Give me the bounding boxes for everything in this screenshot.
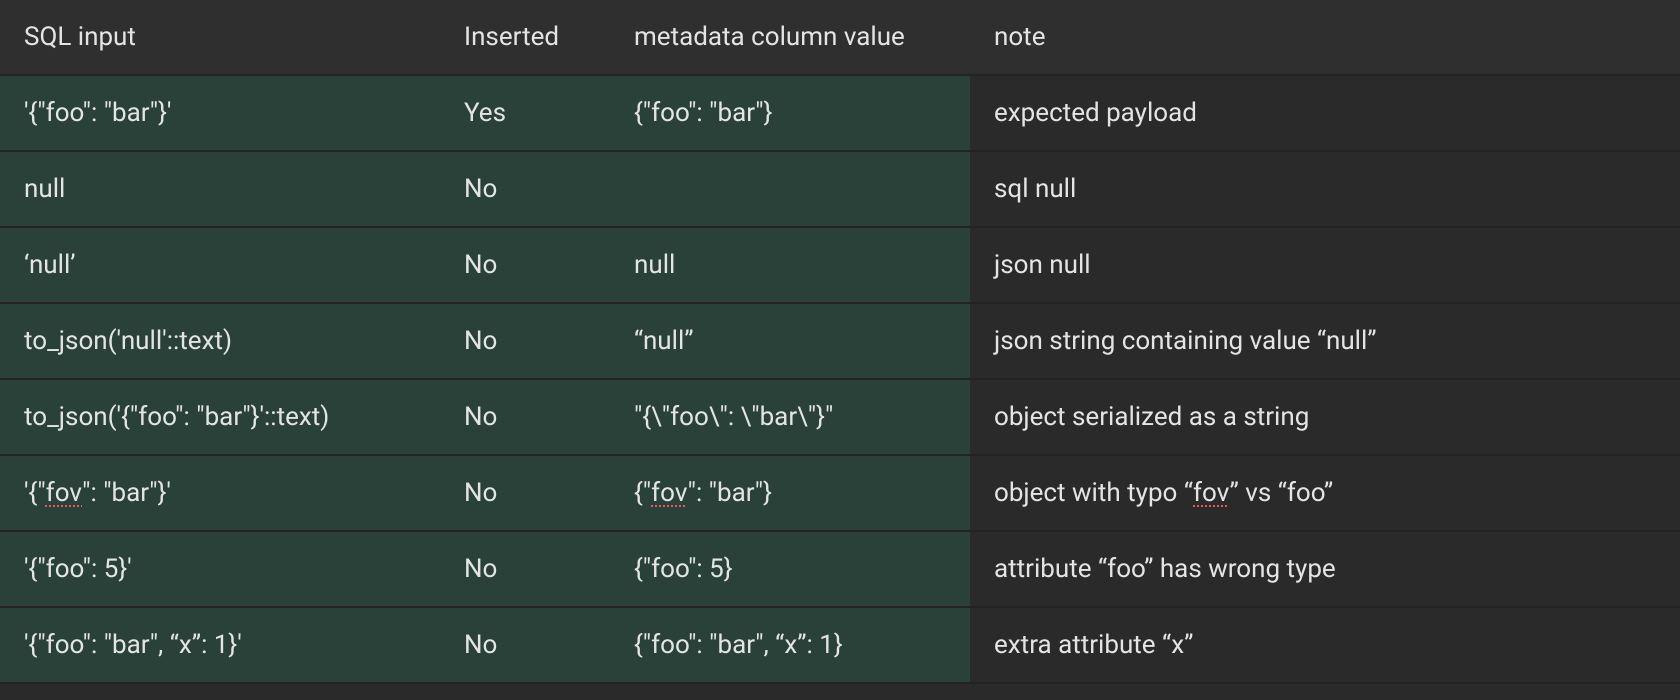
text-fragment: object with typo “ — [994, 478, 1193, 508]
cell-note: object with typo “fov” vs “foo” — [970, 455, 1680, 531]
cell-metadata: {"foo": "bar"} — [610, 75, 970, 151]
cell-metadata: {"foo": "bar", “x”: 1} — [610, 607, 970, 683]
cell-inserted: Yes — [440, 75, 610, 151]
cell-sql-input: to_json('{"foo": "bar"}'::text) — [0, 379, 440, 455]
cell-note: attribute “foo” has wrong type — [970, 531, 1680, 607]
cell-note: json string containing value “null” — [970, 303, 1680, 379]
text-fragment: ": "bar"}' — [82, 478, 171, 508]
table-row: null No sql null — [0, 151, 1680, 227]
text-fragment: '{" — [24, 478, 46, 508]
text-fragment: ": "bar"} — [688, 478, 772, 508]
cell-metadata: null — [610, 227, 970, 303]
header-metadata: metadata column value — [610, 0, 970, 75]
cell-sql-input: ‘null’ — [0, 227, 440, 303]
header-sql-input: SQL input — [0, 0, 440, 75]
cell-note: expected payload — [970, 75, 1680, 151]
header-note: note — [970, 0, 1680, 75]
table-row: to_json('{"foo": "bar"}'::text) No "{\"f… — [0, 379, 1680, 455]
cell-metadata: {"fov": "bar"} — [610, 455, 970, 531]
cell-sql-input: '{"foo": "bar", “x”: 1}' — [0, 607, 440, 683]
header-inserted: Inserted — [440, 0, 610, 75]
table-row: '{"fov": "bar"}' No {"fov": "bar"} objec… — [0, 455, 1680, 531]
typo-word: fov — [651, 478, 687, 508]
cell-metadata — [610, 151, 970, 227]
cell-inserted: No — [440, 607, 610, 683]
sql-examples-table: SQL input Inserted metadata column value… — [0, 0, 1680, 684]
cell-inserted: No — [440, 531, 610, 607]
cell-note: sql null — [970, 151, 1680, 227]
cell-metadata: {"foo": 5} — [610, 531, 970, 607]
text-fragment: ” vs “foo” — [1229, 478, 1333, 508]
cell-metadata: "{\"foo\": \"bar\"}" — [610, 379, 970, 455]
cell-sql-input: '{"foo": 5}' — [0, 531, 440, 607]
cell-note: object serialized as a string — [970, 379, 1680, 455]
table-row: to_json('null'::text) No “null” json str… — [0, 303, 1680, 379]
cell-sql-input: '{"fov": "bar"}' — [0, 455, 440, 531]
cell-sql-input: to_json('null'::text) — [0, 303, 440, 379]
table-row: ‘null’ No null json null — [0, 227, 1680, 303]
table-row: '{"foo": "bar"}' Yes {"foo": "bar"} expe… — [0, 75, 1680, 151]
typo-word: fov — [1193, 478, 1229, 508]
cell-inserted: No — [440, 379, 610, 455]
cell-note: json null — [970, 227, 1680, 303]
table-row: '{"foo": 5}' No {"foo": 5} attribute “fo… — [0, 531, 1680, 607]
cell-inserted: No — [440, 455, 610, 531]
cell-metadata: “null” — [610, 303, 970, 379]
cell-inserted: No — [440, 151, 610, 227]
cell-inserted: No — [440, 227, 610, 303]
cell-note: extra attribute “x” — [970, 607, 1680, 683]
table-row: '{"foo": "bar", “x”: 1}' No {"foo": "bar… — [0, 607, 1680, 683]
cell-sql-input: null — [0, 151, 440, 227]
cell-sql-input: '{"foo": "bar"}' — [0, 75, 440, 151]
text-fragment: {" — [634, 478, 651, 508]
table-header-row: SQL input Inserted metadata column value… — [0, 0, 1680, 75]
typo-word: fov — [46, 478, 82, 508]
cell-inserted: No — [440, 303, 610, 379]
